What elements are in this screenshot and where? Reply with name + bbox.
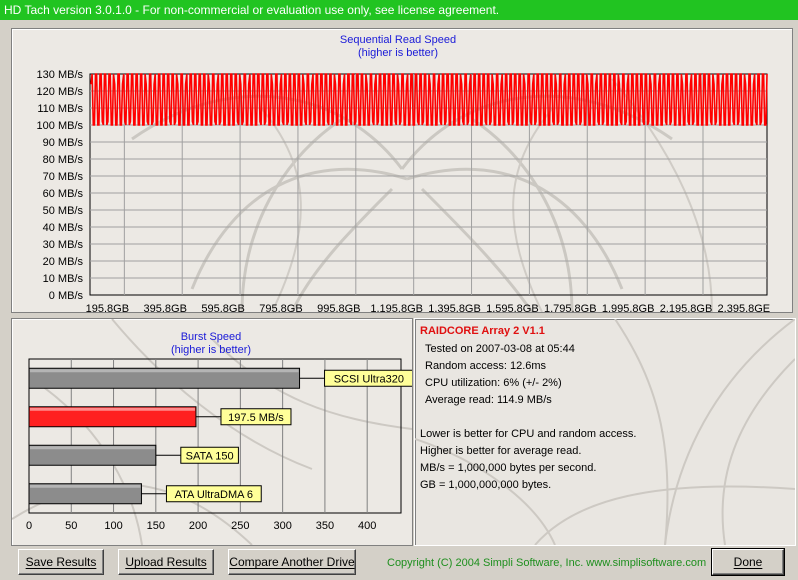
random-access: Random access: 12.6ms (425, 360, 547, 372)
burst-x-tick-label: 0 (26, 520, 32, 532)
burst-bar-shine (30, 369, 299, 373)
cpu-utilization: CPU utilization: 6% (+/- 2%) (425, 377, 562, 389)
burst-speed-chart: Burst Speed (higher is better) SCSI Ultr… (26, 331, 412, 532)
read-x-tick-label: 1,395.8GB (428, 303, 481, 312)
average-read: Average read: 114.9 MB/s (425, 394, 552, 406)
read-y-tick-label: 110 MB/s (37, 103, 83, 115)
read-chart-subtitle: (higher is better) (358, 47, 438, 59)
burst-label-text: 197.5 MB/s (228, 412, 284, 424)
read-x-tick-label: 1,795.8GB (544, 303, 597, 312)
read-y-axis: 130 MB/s 120 MB/s 110 MB/s 100 MB/s 90 MB/s 8… (37, 69, 84, 302)
compare-drive-button[interactable]: Compare Another Drive (228, 549, 356, 575)
burst-bar-label: 197.5 MB/s (195, 408, 292, 426)
burst-bars: SCSI Ultra320 197.5 MB/s SATA 150 ATA Ultra… (28, 367, 412, 505)
note-read: Higher is better for average read. (420, 445, 582, 457)
burst-x-tick-label: 150 (147, 520, 165, 532)
drive-name: RAIDCORE Array 2 V1.1 (420, 325, 545, 337)
burst-x-tick-label: 250 (231, 520, 249, 532)
read-x-tick-label: 2,395.8GE (718, 303, 771, 312)
burst-x-axis: 0 50 100 150 200 250 300 350 400 (26, 520, 376, 532)
tested-on: Tested on 2007-03-08 at 05:44 (425, 343, 575, 355)
done-button[interactable]: Done (711, 548, 785, 576)
read-y-tick-label: 80 MB/s (43, 154, 84, 166)
burst-speed-panel: Burst Speed (higher is better) SCSI Ultr… (11, 318, 413, 546)
upload-results-button[interactable]: Upload Results (118, 549, 214, 575)
note-gb: GB = 1,000,000,000 bytes. (420, 479, 552, 491)
burst-x-tick-label: 300 (273, 520, 291, 532)
sequential-read-panel: Sequential Read Speed (higher is better)… (11, 28, 793, 313)
copyright-text: Copyright (C) 2004 Simpli Software, Inc.… (387, 557, 707, 569)
burst-label-text: SATA 150 (186, 450, 234, 462)
window-title: HD Tach version 3.0.1.0 - For non-commer… (4, 3, 500, 17)
burst-label-text: SCSI Ultra320 (334, 373, 404, 385)
burst-bar-shine (30, 484, 141, 488)
burst-x-tick-label: 50 (65, 520, 77, 532)
note-mbs: MB/s = 1,000,000 bytes per second. (420, 462, 597, 474)
read-x-tick-label: 395.8GB (144, 303, 187, 312)
read-y-tick-label: 100 MB/s (37, 120, 84, 132)
burst-x-tick-label: 200 (189, 520, 207, 532)
read-x-tick-label: 1,595.8GB (486, 303, 539, 312)
read-speed-line (90, 73, 768, 126)
read-y-tick-label: 90 MB/s (43, 137, 84, 149)
read-x-axis: 195.8GB 395.8GB 595.8GB 795.8GB 995.8GB 1,195… (86, 303, 771, 312)
read-y-tick-label: 20 MB/s (43, 256, 84, 268)
read-y-tick-label: 10 MB/s (43, 273, 84, 285)
read-x-tick-label: 2,195.8GB (660, 303, 713, 312)
read-y-tick-label: 50 MB/s (43, 205, 84, 217)
burst-chart-title: Burst Speed (181, 331, 242, 343)
burst-bar-shine (30, 446, 155, 450)
burst-bar-label: ATA UltraDMA 6 (141, 485, 262, 503)
results-info-panel: RAIDCORE Array 2 V1.1 Tested on 2007-03-… (414, 318, 796, 546)
burst-label-text: ATA UltraDMA 6 (175, 489, 253, 501)
save-results-button[interactable]: Save Results (18, 549, 104, 575)
burst-x-tick-label: 100 (104, 520, 122, 532)
read-x-tick-label: 795.8GB (259, 303, 302, 312)
read-x-tick-label: 1,995.8GB (602, 303, 655, 312)
read-y-tick-label: 70 MB/s (43, 171, 84, 183)
burst-bar-label: SATA 150 (155, 446, 239, 464)
read-x-tick-label: 195.8GB (86, 303, 129, 312)
sequential-read-chart: Sequential Read Speed (higher is better)… (37, 34, 771, 312)
note-cpu: Lower is better for CPU and random acces… (420, 428, 637, 440)
burst-x-tick-label: 350 (316, 520, 334, 532)
read-y-tick-label: 120 MB/s (37, 86, 84, 98)
read-x-tick-label: 595.8GB (201, 303, 244, 312)
read-y-tick-label: 40 MB/s (43, 222, 84, 234)
burst-bar-label: SCSI Ultra320 (299, 369, 412, 387)
read-y-tick-label: 130 MB/s (37, 69, 84, 81)
read-y-tick-label: 60 MB/s (43, 188, 84, 200)
title-bar: HD Tach version 3.0.1.0 - For non-commer… (0, 0, 798, 20)
read-series (90, 73, 768, 126)
read-chart-title: Sequential Read Speed (340, 34, 456, 46)
read-y-tick-label: 30 MB/s (43, 239, 84, 251)
read-x-tick-label: 995.8GB (317, 303, 360, 312)
burst-bar-shine (30, 407, 195, 411)
read-y-tick-label: 0 MB/s (49, 290, 84, 302)
read-x-tick-label: 1,195.8GB (370, 303, 423, 312)
burst-chart-subtitle: (higher is better) (171, 344, 251, 356)
burst-x-tick-label: 400 (358, 520, 376, 532)
